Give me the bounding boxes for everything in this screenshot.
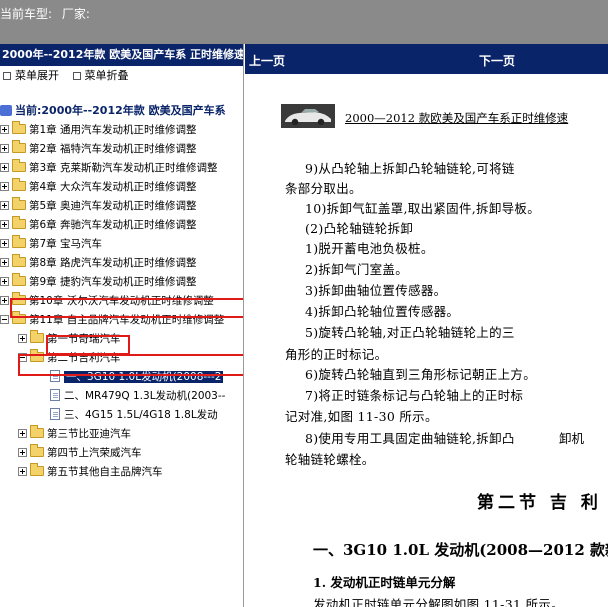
tree-section-4[interactable]: 第四节上汽荣威汽车 [18, 444, 142, 462]
expand-toggle-icon[interactable] [0, 182, 9, 191]
folder-icon [12, 216, 26, 229]
tree-chapter-5[interactable]: 第5章 奥迪汽车发动机正时维修调整 [0, 197, 197, 215]
expand-toggle-icon[interactable] [0, 220, 9, 229]
expand-toggle-icon[interactable] [18, 467, 27, 476]
collapse-icon [72, 72, 81, 80]
folder-icon [30, 330, 44, 343]
body-line: 10)拆卸气缸盖罩,取出紧固件,拆卸导板。 [305, 201, 541, 216]
tree-chapter-7[interactable]: 第7章 宝马汽车 [0, 235, 102, 253]
body-line: 9)从凸轮轴上拆卸凸轮轴链轮,可将链 [305, 161, 515, 176]
tree-chapter-4[interactable]: 第4章 大众汽车发动机正时维修调整 [0, 178, 197, 196]
expand-toggle-icon[interactable] [0, 125, 9, 134]
tree-chapter-3[interactable]: 第3章 克莱斯勒汽车发动机正时维修调整 [0, 159, 218, 177]
running-head: 2000—2012 款欧美及国产车系正时维修速 [345, 111, 569, 125]
expand-toggle-icon[interactable] [0, 277, 9, 286]
toc-toolbar: 菜单展开 菜单折叠 [0, 66, 243, 86]
body-line: 5)旋转凸轮轴,对正凸轮轴链轮上的三 [305, 325, 515, 340]
collapse-menu-button[interactable]: 菜单折叠 [72, 69, 129, 82]
body-line: (2)凸轮轴链轮拆卸 [305, 221, 414, 236]
tree-section-5[interactable]: 第五节其他自主品牌汽车 [18, 463, 163, 481]
vehicle-info: 当前车型: 厂家: [0, 5, 96, 22]
highlight-chapter-11 [10, 298, 243, 318]
tree-chapter-2[interactable]: 第2章 福特汽车发动机正时维修调整 [0, 140, 197, 158]
expand-toggle-icon[interactable] [0, 296, 9, 305]
body-line: 2)拆卸气门室盖。 [305, 262, 409, 277]
highlight-item-3g10 [18, 354, 243, 376]
body-line: 记对准,如图 11-30 所示。 [285, 409, 438, 424]
expand-icon [3, 72, 11, 80]
body-line: 6)旋转凸轮轴直到三角形标记朝正上方。 [305, 367, 537, 382]
expand-toggle-icon[interactable] [0, 144, 9, 153]
body-line: 发动机正时链单元分解图如图 11-31 所示。 [313, 597, 564, 607]
expand-toggle-icon[interactable] [18, 334, 27, 343]
body-line: 7)将正时链条标记与凸轮轴上的正时标 [305, 388, 524, 403]
body-line: 条部分取出。 [285, 181, 362, 196]
tree-chapter-9[interactable]: 第9章 捷豹汽车发动机正时维修调整 [0, 273, 197, 291]
model-label: 当前车型: [0, 7, 53, 21]
folder-icon [12, 254, 26, 267]
tree-chapter-8[interactable]: 第8章 路虎汽车发动机正时维修调整 [0, 254, 197, 272]
toc-header: 2000年--2012年款 欧美及国产车系 正时维修速 [0, 44, 243, 66]
car-logo-icon [281, 104, 335, 128]
folder-icon [12, 197, 26, 210]
item-title: 1. 发动机正时链单元分解 [313, 575, 456, 590]
tree-section-3[interactable]: 第三节比亚迪汽车 [18, 425, 131, 443]
tree-chapter-1[interactable]: 第1章 通用汽车发动机正时维修调整 [0, 121, 197, 139]
document-icon [50, 408, 60, 420]
body-line: 轮轴链轮螺栓。 [285, 452, 375, 467]
prev-page-button[interactable]: 上一页 [249, 52, 285, 69]
document-page: 2000—2012 款欧美及国产车系正时维修速 9)从凸轮轴上拆卸凸轮轴链轮,可… [245, 74, 608, 607]
folder-icon [12, 121, 26, 134]
body-line: 3)拆卸曲轴位置传感器。 [305, 283, 447, 298]
expand-toggle-icon[interactable] [18, 448, 27, 457]
maker-label: 厂家: [61, 7, 90, 21]
folder-icon [30, 444, 44, 457]
tree-root[interactable]: 当前:2000年--2012年款 欧美及国产车系 [0, 102, 226, 120]
tree-item-mr479q[interactable]: 二、MR479Q 1.3L发动机(2003-- [50, 387, 225, 405]
expand-toggle-icon[interactable] [0, 258, 9, 267]
subsection-title: 一、3G10 1.0L 发动机(2008—2012 款新 [313, 541, 608, 559]
expand-toggle-icon[interactable] [0, 239, 9, 248]
expand-toggle-icon[interactable] [0, 163, 9, 172]
content-panel: 上一页 下一页 2000—2012 款欧美及国产车系正时维修速 9)从凸轮轴上拆… [245, 44, 608, 607]
expand-toggle-icon[interactable] [18, 429, 27, 438]
body-line: 4)拆卸凸轮轴位置传感器。 [305, 304, 460, 319]
folder-icon [30, 463, 44, 476]
folder-icon [12, 273, 26, 286]
collapse-toggle-icon[interactable] [0, 315, 9, 324]
body-line: 8)使用专用工具固定曲轴链轮,拆卸凸 [305, 431, 515, 446]
next-page-button[interactable]: 下一页 [479, 52, 515, 69]
folder-icon [12, 178, 26, 191]
top-info-bar: 当前车型: 厂家: [0, 0, 608, 44]
folder-icon [12, 235, 26, 248]
folder-icon [12, 159, 26, 172]
highlight-section-2 [46, 335, 130, 355]
folder-icon [30, 425, 44, 438]
tree-item-4g15[interactable]: 三、4G15 1.5L/4G18 1.8L发动 [50, 406, 218, 424]
expand-menu-button[interactable]: 菜单展开 [3, 69, 59, 82]
body-line: 角形的正时标记。 [285, 347, 388, 362]
body-line: 1)脱开蓄电池负极桩。 [305, 241, 434, 256]
folder-icon [12, 140, 26, 153]
toc-panel: 2000年--2012年款 欧美及国产车系 正时维修速 菜单展开 菜单折叠 当前… [0, 44, 244, 607]
expand-toggle-icon[interactable] [0, 201, 9, 210]
section-title: 第二节 吉 利 [477, 493, 602, 513]
side-text: 卸机 [559, 431, 585, 446]
book-icon [0, 105, 12, 116]
tree-chapter-6[interactable]: 第6章 奔驰汽车发动机正时维修调整 [0, 216, 197, 234]
document-icon [50, 389, 60, 401]
page-nav-bar: 上一页 下一页 [245, 44, 608, 74]
